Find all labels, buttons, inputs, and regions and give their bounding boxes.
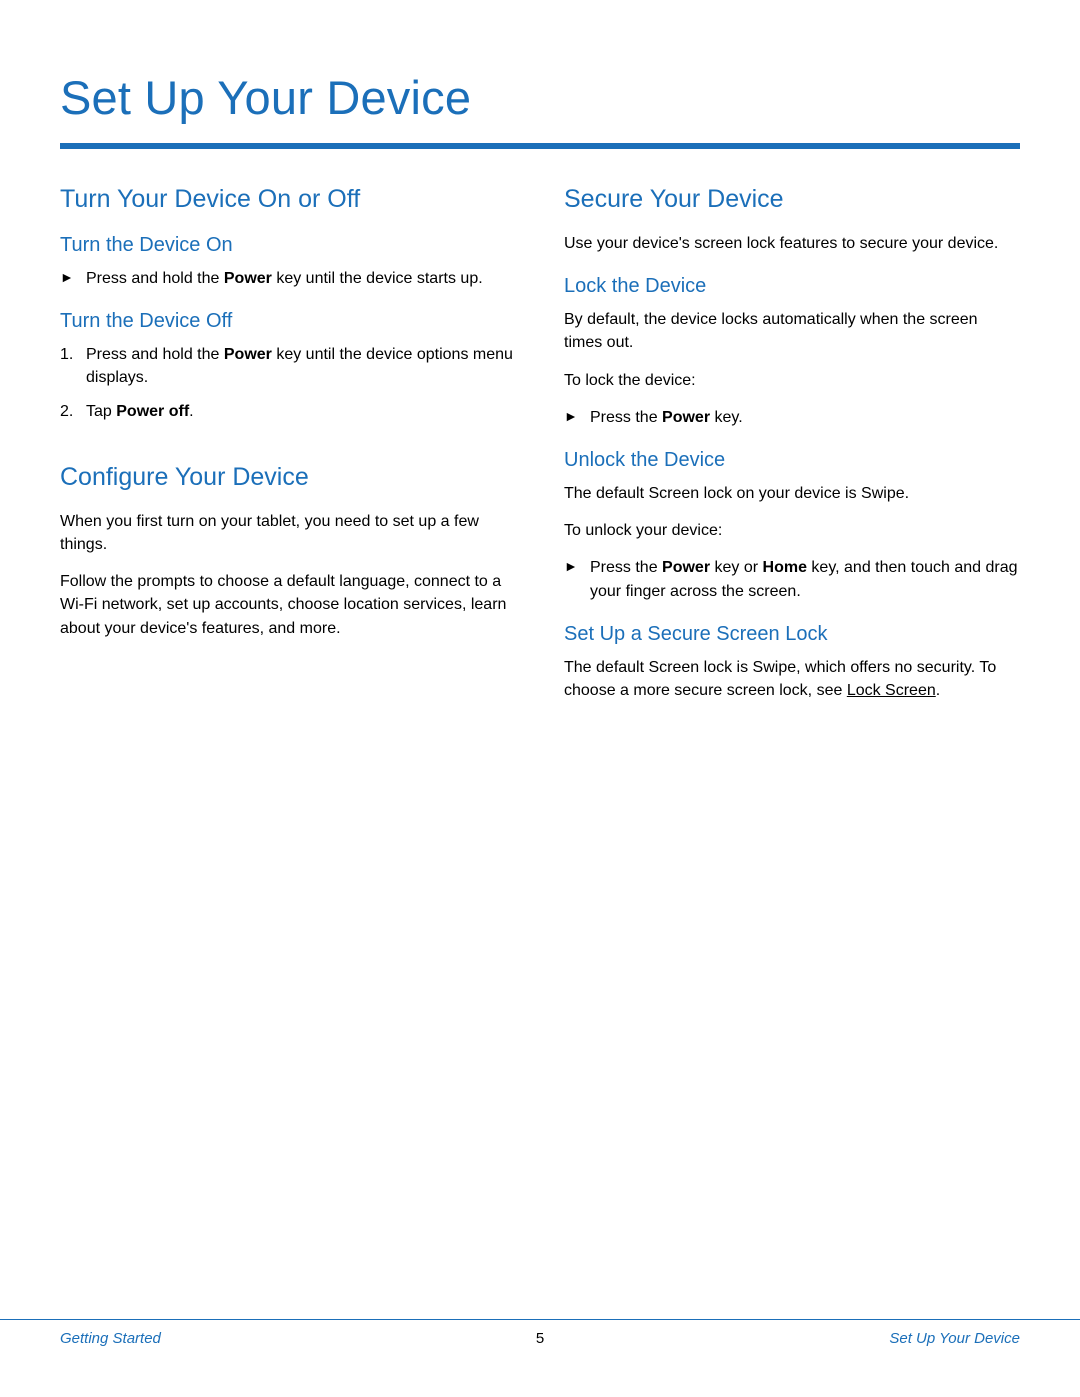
steps-turn-off: 1. Press and hold the Power key until th… xyxy=(60,343,516,423)
step-text: Press the Power key. xyxy=(590,406,1020,429)
step-text: Press and hold the Power key until the d… xyxy=(86,343,516,389)
section-heading-turn-on-off: Turn Your Device On or Off xyxy=(60,185,516,214)
list-item: ► Press the Power key. xyxy=(564,406,1020,429)
footer-right: Set Up Your Device xyxy=(889,1330,1020,1347)
list-item: ► Press and hold the Power key until the… xyxy=(60,267,516,290)
section-heading-secure: Secure Your Device xyxy=(564,185,1020,214)
document-page: Set Up Your Device Turn Your Device On o… xyxy=(0,0,1080,1397)
left-column: Turn Your Device On or Off Turn the Devi… xyxy=(60,185,516,716)
bold-text: Home xyxy=(763,559,807,576)
paragraph: By default, the device locks automatical… xyxy=(564,308,1020,354)
paragraph: The default Screen lock on your device i… xyxy=(564,482,1020,505)
paragraph: Use your device's screen lock features t… xyxy=(564,232,1020,255)
bold-text: Power xyxy=(224,270,272,287)
paragraph: To lock the device: xyxy=(564,369,1020,392)
paragraph: Follow the prompts to choose a default l… xyxy=(60,570,516,640)
two-column-layout: Turn Your Device On or Off Turn the Devi… xyxy=(60,185,1020,716)
subsection-turn-off: Turn the Device Off xyxy=(60,310,516,333)
paragraph: When you first turn on your tablet, you … xyxy=(60,510,516,556)
step-text: Tap Power off. xyxy=(86,400,516,423)
subsection-turn-on: Turn the Device On xyxy=(60,234,516,257)
list-item: 1. Press and hold the Power key until th… xyxy=(60,343,516,389)
steps-unlock: ► Press the Power key or Home key, and t… xyxy=(564,556,1020,602)
text-fragment: key until the device starts up. xyxy=(272,270,483,287)
list-item: 2. Tap Power off. xyxy=(60,400,516,423)
subsection-lock: Lock the Device xyxy=(564,275,1020,298)
text-fragment: Press the xyxy=(590,559,662,576)
text-fragment: . xyxy=(189,403,193,420)
section-heading-configure: Configure Your Device xyxy=(60,463,516,492)
text-fragment: Press and hold the xyxy=(86,270,224,287)
steps-lock: ► Press the Power key. xyxy=(564,406,1020,429)
arrow-icon: ► xyxy=(564,556,590,602)
title-rule xyxy=(60,143,1020,149)
bold-text: Power off xyxy=(116,403,189,420)
footer-page-number: 5 xyxy=(536,1330,544,1347)
arrow-icon: ► xyxy=(564,406,590,429)
step-text: Press and hold the Power key until the d… xyxy=(86,267,516,290)
footer-left: Getting Started xyxy=(60,1330,161,1347)
text-fragment: key. xyxy=(710,409,743,426)
text-fragment: . xyxy=(936,682,940,699)
right-column: Secure Your Device Use your device's scr… xyxy=(564,185,1020,716)
paragraph: The default Screen lock is Swipe, which … xyxy=(564,656,1020,702)
arrow-icon: ► xyxy=(60,267,86,290)
subsection-unlock: Unlock the Device xyxy=(564,449,1020,472)
step-text: Press the Power key or Home key, and the… xyxy=(590,556,1020,602)
bold-text: Power xyxy=(662,559,710,576)
bold-text: Power xyxy=(224,346,272,363)
text-fragment: Press and hold the xyxy=(86,346,224,363)
list-item: ► Press the Power key or Home key, and t… xyxy=(564,556,1020,602)
subsection-secure-lock: Set Up a Secure Screen Lock xyxy=(564,623,1020,646)
lock-screen-link[interactable]: Lock Screen xyxy=(847,682,936,699)
text-fragment: key or xyxy=(710,559,762,576)
page-title: Set Up Your Device xyxy=(60,70,1020,125)
step-number: 1. xyxy=(60,343,86,389)
steps-turn-on: ► Press and hold the Power key until the… xyxy=(60,267,516,290)
text-fragment: Tap xyxy=(86,403,116,420)
text-fragment: Press the xyxy=(590,409,662,426)
bold-text: Power xyxy=(662,409,710,426)
page-footer: Getting Started 5 Set Up Your Device xyxy=(0,1319,1080,1357)
step-number: 2. xyxy=(60,400,86,423)
paragraph: To unlock your device: xyxy=(564,519,1020,542)
